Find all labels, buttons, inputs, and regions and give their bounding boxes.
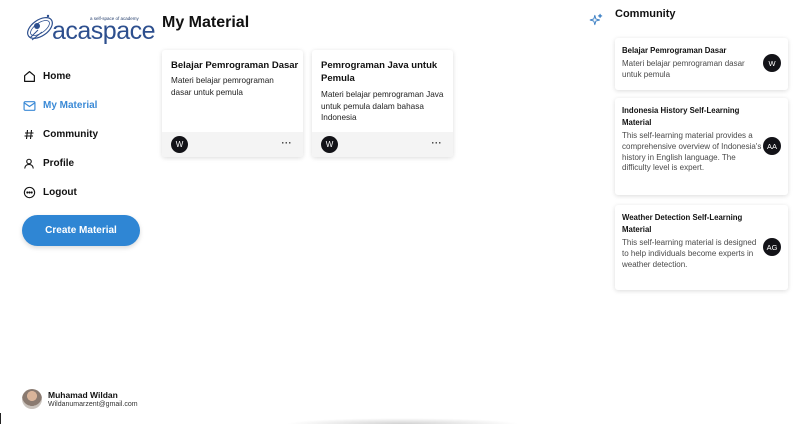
author-avatar: AG (763, 238, 781, 256)
logout-icon (22, 186, 36, 200)
nav-item-label: Profile (43, 158, 75, 169)
page-title: My Material (162, 14, 250, 31)
material-card-footer: W ··· (312, 132, 453, 157)
user-profile[interactable]: Muhamad Wildan Wildanumarzent@gmail.com (22, 389, 138, 409)
nav-item-community[interactable]: Community (22, 120, 98, 149)
author-avatar: AA (763, 137, 781, 155)
community-card-title: Indonesia History Self-Learning Material (622, 106, 740, 127)
community-card-title: Weather Detection Self-Learning Material (622, 213, 743, 234)
mail-icon (22, 99, 36, 113)
author-avatar: W (321, 136, 338, 153)
author-avatar: W (763, 54, 781, 72)
nav-item-label: Home (43, 71, 71, 82)
community-card-title: Belajar Pemrograman Dasar (622, 46, 727, 55)
sidebar: a self-space of academy acaspace Home My… (0, 0, 156, 424)
material-card[interactable]: Belajar Pemrograman Dasar Materi belajar… (162, 50, 303, 157)
avatar (22, 389, 42, 409)
community-card[interactable]: Indonesia History Self-Learning Material… (615, 98, 788, 195)
user-name: Muhamad Wildan (48, 389, 118, 400)
material-card-footer: W ··· (162, 132, 303, 157)
material-card-description: Materi belajar pemrograman dasar untuk p… (171, 76, 274, 97)
nav-item-label: Logout (43, 187, 77, 198)
create-material-button[interactable]: Create Material (22, 215, 140, 246)
nav-item-label: My Material (43, 100, 98, 111)
community-title: Community (615, 8, 676, 20)
nav-item-label: Community (43, 129, 98, 140)
bottom-shadow (285, 418, 520, 424)
user-icon (22, 157, 36, 171)
material-card-title: Belajar Pemrograman Dasar (171, 60, 299, 71)
logo-text: acaspace (52, 17, 156, 45)
material-card[interactable]: Pemrograman Java untuk Pemula Materi bel… (312, 50, 453, 157)
acaspace-logo[interactable]: a self-space of academy acaspace (24, 8, 156, 44)
material-card-description: Materi belajar pemrograman Java untuk pe… (321, 90, 444, 122)
community-card-description: Materi belajar pemrograman dasar untuk p… (622, 59, 745, 79)
nav-item-logout[interactable]: Logout (22, 178, 98, 207)
sidebar-nav: Home My Material Community Profile Logou… (22, 62, 98, 207)
hash-icon (22, 128, 36, 142)
author-avatar: W (171, 136, 188, 153)
community-card-description: This self-learning material provides a c… (622, 131, 762, 173)
home-icon (22, 70, 36, 84)
material-card-title: Pemrograman Java untuk Pemula (321, 60, 438, 84)
nav-item-my-material[interactable]: My Material (22, 91, 98, 120)
community-card[interactable]: Belajar Pemrograman Dasar Materi belajar… (615, 38, 788, 90)
window-edge-divider (0, 413, 1, 424)
user-email: Wildanumarzent@gmail.com (48, 400, 138, 408)
community-card[interactable]: Weather Detection Self-Learning Material… (615, 205, 788, 290)
more-options-icon[interactable]: ··· (432, 139, 443, 148)
more-options-icon[interactable]: ··· (282, 139, 293, 148)
sparkles-icon (589, 13, 603, 27)
nav-item-home[interactable]: Home (22, 62, 98, 91)
nav-item-profile[interactable]: Profile (22, 149, 98, 178)
community-card-description: This self-learning material is designed … (622, 238, 757, 269)
